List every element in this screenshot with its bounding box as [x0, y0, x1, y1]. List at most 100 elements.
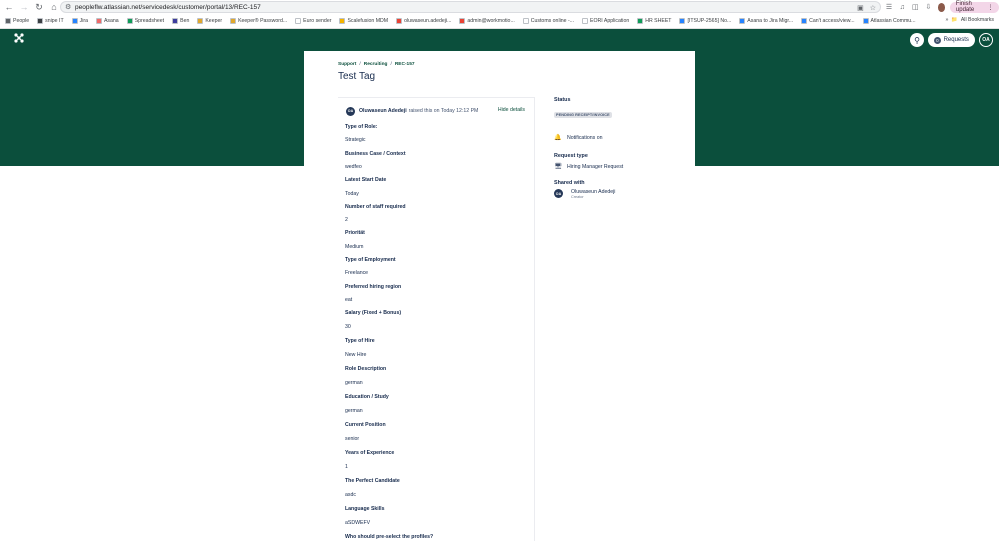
bookmark-favicon-icon [339, 18, 346, 24]
bookmark-favicon-icon [801, 18, 808, 24]
bookmark-favicon-icon [739, 18, 746, 24]
field-block: Language Skills aSDWEFV [345, 505, 525, 533]
field-block: Preferred hiring region eat [345, 283, 525, 310]
activity-panel: OA Oluwaseun Adedeji raised this on Toda… [338, 97, 535, 541]
bookmark-item[interactable]: snipe IT [37, 18, 64, 24]
bookmark-item[interactable]: Atlassian Commu... [862, 18, 916, 24]
bookmark-favicon-icon [230, 18, 237, 24]
author-name: Oluwaseun Adedeji [359, 108, 407, 114]
bookmark-favicon-icon [295, 18, 302, 24]
bookmark-favicon-icon [172, 18, 179, 24]
field-label: Number of staff required [345, 203, 406, 210]
profile-avatar[interactable] [937, 2, 945, 12]
bookmark-item[interactable]: Keeper [197, 18, 222, 24]
search-button[interactable]: ⚲ [910, 33, 924, 47]
bookmark-favicon-icon [862, 18, 869, 24]
bookmark-item[interactable]: [ITSUP-2565] No... [679, 18, 731, 24]
bookmark-item[interactable]: HR SHEET [637, 18, 671, 24]
all-bookmarks-button[interactable]: » 📁 All Bookmarks [945, 17, 994, 23]
bookmark-item[interactable]: Jira [71, 18, 88, 24]
field-label: Type of Role: [345, 124, 378, 130]
field-value: Strategic [345, 137, 366, 144]
requests-count-badge: 0 [934, 36, 941, 44]
reload-icon[interactable]: ↻ [33, 1, 45, 13]
shared-with-row: OA Oluwaseun Adedeji Creator [554, 189, 684, 199]
bookmark-label: Euro sender [303, 18, 332, 24]
user-avatar[interactable]: OA [979, 33, 993, 47]
breadcrumb-issue-key[interactable]: REC-157 [395, 62, 415, 67]
request-type-value: Hiring Manager Request [567, 163, 624, 170]
request-type-label: Request type [554, 153, 588, 159]
bookmark-item[interactable]: oluwaseun.adedeji... [396, 18, 451, 24]
bookmark-item[interactable]: Scalefusion MDM [339, 18, 388, 24]
bookmark-item[interactable]: Euro sender [295, 18, 331, 24]
bookmark-label: Scalefusion MDM [347, 18, 389, 24]
side-panel-icon[interactable]: ◫ [911, 3, 919, 11]
bookmark-favicon-icon [459, 18, 466, 24]
chevron-right-icon: » [945, 17, 949, 23]
shared-with-label: Shared with [554, 180, 585, 186]
field-label: Type of Hire [345, 338, 375, 345]
bookmark-item[interactable]: Keeper® Password... [230, 18, 287, 24]
bookmark-label: Jira [79, 18, 88, 24]
screen-share-icon[interactable]: ▣ [857, 4, 864, 12]
breadcrumb-separator: / [359, 62, 361, 67]
bookmark-item[interactable]: Asana [95, 18, 119, 24]
requests-button[interactable]: 0 Requests [928, 33, 975, 47]
field-block: Education / Study german [345, 393, 525, 421]
portal-logo-icon[interactable] [14, 33, 24, 43]
forward-arrow-icon[interactable]: → [18, 1, 30, 13]
field-block: Who should pre-select the profiles? [345, 533, 525, 541]
breadcrumb: Support / Recruiting / REC-157 [338, 62, 415, 67]
bookmark-item[interactable]: Spreadsheet [126, 18, 164, 24]
field-label: Who should pre-select the profiles? [345, 534, 434, 541]
download-icon[interactable]: ⇩ [924, 3, 932, 11]
bookmark-favicon-icon [95, 18, 102, 24]
request-type-row: 🖥 Hiring Manager Request [554, 163, 684, 171]
back-arrow-icon[interactable]: ← [3, 1, 15, 13]
bookmark-item[interactable]: EORI Application [582, 18, 629, 24]
home-icon[interactable]: ⌂ [48, 1, 60, 13]
field-block: Role Description german [345, 365, 525, 393]
field-label: Language Skills [345, 506, 385, 513]
raised-action-text: raised this on Today 12:12 PM [408, 108, 479, 114]
bookmark-favicon-icon [5, 18, 11, 24]
site-info-icon[interactable]: ⚙ [65, 3, 75, 11]
notifications-label: Notifications on [567, 134, 603, 141]
field-value: 1 [345, 463, 348, 470]
bookmark-item[interactable]: admin@workmotio... [459, 18, 515, 24]
media-control-icon[interactable]: ♫ [898, 4, 906, 11]
bookmark-item[interactable]: Can't access/view... [801, 18, 855, 24]
field-block: Type of Employment Freelance [345, 256, 525, 283]
bookmark-label: EORI Application [590, 18, 630, 24]
bookmark-label: Customs online -... [530, 18, 575, 24]
field-block: Type of Role: Strategic [345, 123, 525, 150]
bookmark-item[interactable]: People [5, 18, 29, 24]
field-block: Business Case / Context wedfeo [345, 150, 525, 177]
field-block: The Perfect Candidate asdc [345, 477, 525, 505]
request-sidebar: Status PENDING RECEIPT/INVOICE 🔔 Notific… [554, 97, 684, 199]
notifications-toggle[interactable]: 🔔 Notifications on [554, 134, 684, 142]
bookmark-label: Asana [103, 18, 119, 24]
bookmark-item[interactable]: Customs online -... [522, 18, 575, 24]
field-label: Preferred hiring region [345, 283, 402, 290]
bookmarks-bar: People snipe IT Jira Asana Spreadsheet Ben Kee… [0, 14, 999, 29]
hide-details-link[interactable]: Hide details [498, 107, 525, 113]
breadcrumb-support[interactable]: Support [338, 62, 356, 67]
bookmark-item[interactable]: Ben [172, 18, 189, 24]
bookmark-item[interactable]: Asana to Jira Migr... [739, 18, 793, 24]
bookmark-favicon-icon [71, 18, 78, 24]
extensions-icon[interactable]: ☰ [885, 3, 893, 11]
bookmark-label: Ben [180, 18, 190, 24]
raised-by-row: OA Oluwaseun Adedeji raised this on Toda… [346, 106, 529, 116]
finish-update-button[interactable]: Finish update ⋮ [949, 1, 999, 13]
breadcrumb-recruiting[interactable]: Recruiting [364, 62, 388, 67]
status-badge: PENDING RECEIPT/INVOICE [554, 112, 612, 118]
bookmark-favicon-icon [637, 18, 644, 24]
bookmark-label: Asana to Jira Migr... [747, 18, 794, 24]
bookmark-star-icon[interactable]: ☆ [870, 4, 876, 12]
bookmark-favicon-icon [522, 18, 529, 24]
field-value: aSDWEFV [345, 519, 371, 526]
bookmark-label: [ITSUP-2565] No... [687, 18, 732, 24]
address-bar[interactable]: ⚙ peopleflw.atlassian.net/servicedesk/cu… [60, 1, 881, 13]
